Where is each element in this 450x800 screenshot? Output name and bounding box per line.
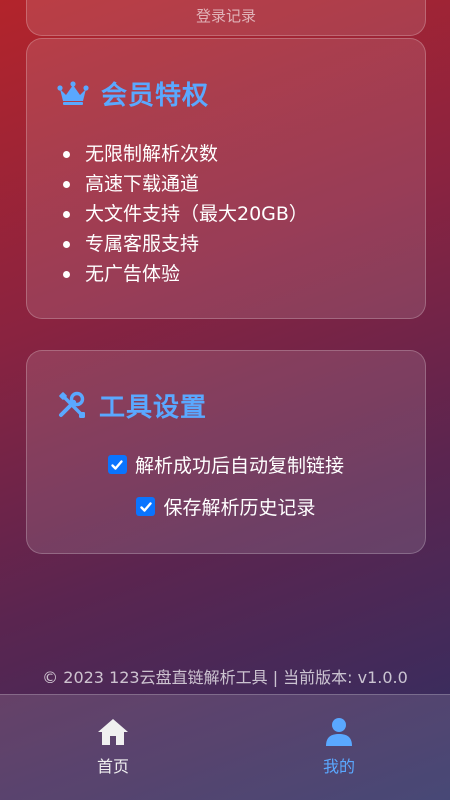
list-item: 无限制解析次数: [63, 139, 308, 169]
benefits-list: 无限制解析次数 高速下载通道 大文件支持（最大20GB） 专属客服支持 无广告体…: [63, 139, 308, 289]
save-history-label: 保存解析历史记录: [163, 497, 316, 519]
bullet-icon: [63, 150, 70, 158]
tab-home[interactable]: 首页: [63, 717, 163, 777]
tool-settings-header: 工具设置: [57, 387, 207, 424]
auto-copy-option[interactable]: 解析成功后自动复制链接: [27, 451, 425, 478]
tab-mine-label: 我的: [322, 757, 355, 776]
tab-home-label: 首页: [96, 757, 129, 776]
member-privileges-title: 会员特权: [101, 81, 210, 111]
login-records-link[interactable]: 登录记录: [27, 5, 425, 26]
list-item: 专属客服支持: [63, 229, 308, 259]
tab-mine[interactable]: 我的: [289, 717, 389, 777]
home-icon: [96, 717, 130, 747]
footer-copyright: © 2023 123云盘直链解析工具 | 当前版本: v1.0.0: [42, 668, 408, 687]
bullet-icon: [63, 270, 70, 278]
auto-copy-checkbox[interactable]: [107, 455, 127, 474]
tool-settings-card: 工具设置 解析成功后自动复制链接 保存解析历史记录: [26, 350, 426, 554]
save-history-option[interactable]: 保存解析历史记录: [27, 493, 425, 520]
list-item: 大文件支持（最大20GB）: [63, 199, 308, 229]
auto-copy-label: 解析成功后自动复制链接: [134, 455, 344, 477]
tools-icon: [57, 391, 87, 421]
bullet-icon: [63, 210, 70, 218]
save-history-checkbox[interactable]: [136, 497, 156, 516]
member-privileges-card: 会员特权 无限制解析次数 高速下载通道 大文件支持（最大20GB） 专属客服支持…: [26, 38, 426, 319]
tool-settings-title: 工具设置: [99, 393, 208, 423]
bullet-icon: [63, 240, 70, 248]
bullet-icon: [63, 180, 70, 188]
bottom-tab-bar: 首页 我的: [0, 694, 450, 800]
crown-icon: [57, 80, 89, 107]
list-item: 无广告体验: [63, 259, 308, 289]
user-icon: [325, 717, 353, 747]
login-records-card: 登录记录: [26, 0, 426, 36]
list-item: 高速下载通道: [63, 169, 308, 199]
member-privileges-header: 会员特权: [57, 75, 209, 112]
